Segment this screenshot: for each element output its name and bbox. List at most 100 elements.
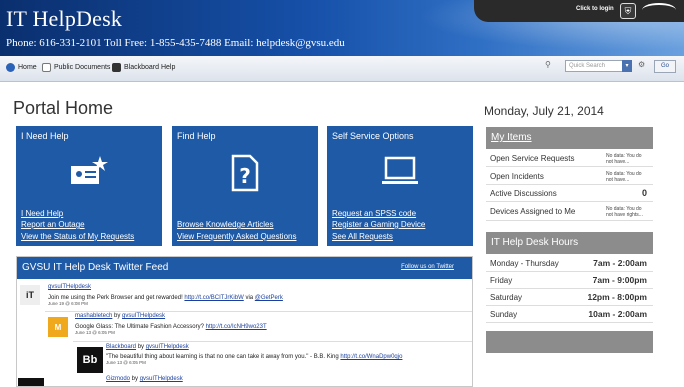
tweet-by-user[interactable]: gvsuITHelpdesk <box>122 313 165 319</box>
tweet-date: June 13 @ 6:05 PM <box>75 330 115 335</box>
row-label: Open Incidents <box>490 172 544 181</box>
hours-row: Sunday 10am - 2:00am <box>486 306 653 323</box>
gvsu-icon <box>6 63 15 72</box>
link-request-spss[interactable]: Request an SPSS code <box>332 208 425 220</box>
my-items-row[interactable]: Devices Assigned to Me No data: You do n… <box>486 202 653 221</box>
tweet-date: June 19 @ 6:08 PM <box>48 301 88 306</box>
shield-icon[interactable]: ⛨ <box>620 3 636 19</box>
hours-row: Saturday 12pm - 8:00pm <box>486 289 653 306</box>
documents-icon <box>42 63 51 72</box>
login-link[interactable]: Click to login <box>576 6 614 12</box>
hours-day: Sunday <box>490 310 518 319</box>
tile-links: Browse Knowledge Articles View Frequentl… <box>177 219 296 242</box>
my-items-header: My Items <box>486 127 653 149</box>
tile-i-need-help: I Need Help I Need Help Report an Outage… <box>16 126 162 246</box>
tweet-by: by <box>130 376 140 382</box>
tile-title: Find Help <box>177 131 216 141</box>
laptop-icon <box>382 156 418 184</box>
tools-icon[interactable]: ⚙ <box>638 60 645 69</box>
tile-find-help: Find Help ? Browse Knowledge Articles Vi… <box>172 126 318 246</box>
link-i-need-help[interactable]: I Need Help <box>21 208 134 220</box>
hours-time: 12pm - 8:00pm <box>587 292 647 302</box>
hours-day: Saturday <box>490 293 523 302</box>
hours-title: IT Help Desk Hours <box>491 237 579 248</box>
hours-row: Friday 7am - 9:00pm <box>486 272 653 289</box>
blackboard-icon <box>112 63 121 72</box>
my-items-row[interactable]: Open Service Requests No data: You do no… <box>486 150 653 167</box>
row-label: Devices Assigned to Me <box>490 207 576 216</box>
id-card-alert-icon <box>71 156 108 184</box>
tweet-item: Blackboard by gvsuITHelpdesk "The beauti… <box>106 344 402 365</box>
hours-time: 7am - 9:00pm <box>592 275 647 285</box>
link-browse-articles[interactable]: Browse Knowledge Articles <box>177 219 296 231</box>
tweet-header: mashabletech by gvsuITHelpdesk <box>75 313 267 319</box>
tweet-by-user[interactable]: gvsuITHelpdesk <box>146 344 189 350</box>
login-bar: Click to login ⛨ <box>474 0 684 22</box>
page-title: Portal Home <box>13 98 114 118</box>
hours-row: Monday - Thursday 7am - 2:00am <box>486 255 653 272</box>
follow-twitter-link[interactable]: Follow us on Twitter <box>401 264 454 270</box>
chevron-down-icon[interactable]: ▾ <box>622 60 632 72</box>
nav-item-label: Public Documents <box>54 64 111 71</box>
tile-title: I Need Help <box>21 131 69 141</box>
tweet-mention[interactable]: @GetPerk <box>255 295 283 301</box>
tile-self-service: Self Service Options Request an SPSS cod… <box>327 126 473 246</box>
tweet-link[interactable]: http://t.co/IcNH9wo23T <box>206 324 267 330</box>
top-nav: Home Public Documents Blackboard Help ⚲ … <box>0 56 684 82</box>
twitter-feed-title: GVSU IT Help Desk Twitter Feed <box>22 262 169 273</box>
link-report-outage[interactable]: Report an Outage <box>21 219 134 231</box>
tweet-link[interactable]: http://t.co/BCITJrKibW <box>184 295 243 301</box>
search-icon[interactable]: ⚲ <box>545 60 551 69</box>
link-view-faq[interactable]: View Frequently Asked Questions <box>177 231 296 243</box>
my-items-title[interactable]: My Items <box>491 132 532 143</box>
my-items-row[interactable]: Active Discussions 0 <box>486 185 653 202</box>
tweet-header: Gizmodo by gvsuITHelpdesk <box>106 376 183 382</box>
tweet-by: by <box>136 344 146 350</box>
link-register-gaming[interactable]: Register a Gaming Device <box>332 219 425 231</box>
avatar: iT <box>20 285 40 305</box>
tweet-item: gvsuITHelpdesk Join me using the Perk Br… <box>48 284 283 306</box>
tweet-user[interactable]: Blackboard <box>106 344 136 350</box>
tweet-by: by <box>112 313 123 319</box>
go-button[interactable]: Go <box>654 60 676 73</box>
tile-title: Self Service Options <box>332 131 414 141</box>
row-value: No data: You do not have... <box>606 153 642 165</box>
question-document-icon: ? <box>231 154 259 192</box>
hours-time: 10am - 2:00am <box>588 309 647 319</box>
tweet-item: mashabletech by gvsuITHelpdesk Google Gl… <box>75 313 267 335</box>
link-view-status[interactable]: View the Status of My Requests <box>21 231 134 243</box>
hours-header: IT Help Desk Hours <box>486 232 653 254</box>
tweet-via: via <box>243 295 255 301</box>
tweet-header: Blackboard by gvsuITHelpdesk <box>106 344 402 350</box>
nav-item-label: Home <box>18 64 37 71</box>
row-value: No data: You do not have rights... <box>606 206 643 218</box>
twitter-feed-panel: GVSU IT Help Desk Twitter Feed Follow us… <box>16 256 473 387</box>
link-see-all-requests[interactable]: See All Requests <box>332 231 425 243</box>
tweet-user[interactable]: gvsuITHelpdesk <box>48 284 283 290</box>
tile-links: Request an SPSS code Register a Gaming D… <box>332 208 425 243</box>
nav-item-public-documents[interactable]: Public Documents <box>42 63 110 72</box>
tweet-link[interactable]: http://t.co/WnaDpw0qjo <box>340 354 402 360</box>
current-date: Monday, July 21, 2014 <box>484 104 604 118</box>
tweet-by-user[interactable]: gvsuITHelpdesk <box>140 376 183 382</box>
row-label: Open Service Requests <box>490 154 575 163</box>
tweet-date: June 13 @ 6:05 PM <box>106 360 146 365</box>
avatar: M <box>48 317 68 337</box>
row-label: Active Discussions <box>490 189 557 198</box>
hours-day: Monday - Thursday <box>490 259 559 268</box>
nav-item-blackboard-help[interactable]: Blackboard Help <box>112 63 175 72</box>
tile-links: I Need Help Report an Outage View the St… <box>21 208 134 243</box>
tweet-user[interactable]: mashabletech <box>75 313 112 319</box>
hours-day: Friday <box>490 276 513 285</box>
tweet-user[interactable]: Gizmodo <box>106 376 130 382</box>
gvsu-logo-icon <box>642 3 676 17</box>
hours-time: 7am - 2:00am <box>593 258 647 268</box>
contact-line: Phone: 616-331-2101 Toll Free: 1-855-435… <box>6 37 345 49</box>
my-items-row[interactable]: Open Incidents No data: You do not have.… <box>486 167 653 185</box>
avatar: Bb <box>77 347 103 373</box>
nav-item-home[interactable]: Home <box>6 63 37 72</box>
row-value: No data: You do not have... <box>606 171 642 183</box>
site-title: IT HelpDesk <box>6 6 123 31</box>
twitter-feed-header: GVSU IT Help Desk Twitter Feed Follow us… <box>17 257 472 279</box>
tweet-text: "The beautiful thing about learning is t… <box>106 354 402 360</box>
